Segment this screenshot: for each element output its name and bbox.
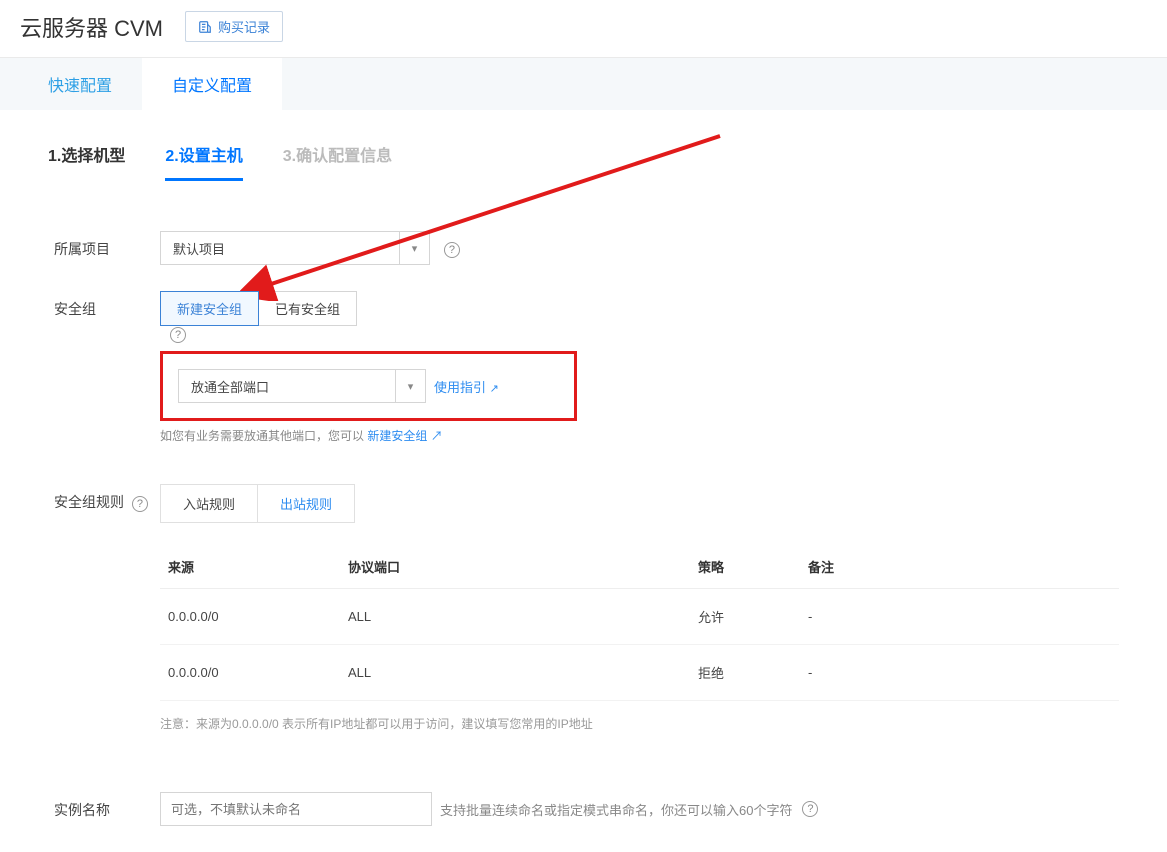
col-protocol: 协议端口 (340, 545, 690, 589)
tab-quick-config[interactable]: 快速配置 (18, 58, 142, 110)
security-group-hint: 如您有业务需要放通其他端口，您可以 新建安全组 ↗ (160, 427, 1119, 444)
label-instance-name: 实例名称 (54, 792, 160, 820)
step-1[interactable]: 1.选择机型 (48, 142, 125, 181)
usage-guide-link-label: 使用指引 (434, 380, 486, 395)
rules-note: 注意：来源为0.0.0.0/0 表示所有IP地址都可以用于访问，建议填写您常用的… (160, 715, 1119, 732)
highlight-box: 放通全部端口 ▾ 使用指引 ↗ (160, 351, 577, 421)
btn-existing-security-group[interactable]: 已有安全组 (258, 291, 357, 326)
help-icon[interactable]: ? (132, 496, 148, 512)
col-remark: 备注 (800, 545, 1119, 589)
tab-outbound-rules[interactable]: 出站规则 (258, 485, 354, 522)
help-icon[interactable]: ? (170, 327, 186, 343)
help-icon[interactable]: ? (444, 242, 460, 258)
create-security-group-link[interactable]: 新建安全组 ↗ (367, 429, 442, 443)
main-tabs: 快速配置 自定义配置 (0, 58, 1167, 110)
step-2[interactable]: 2.设置主机 (165, 142, 242, 181)
port-rule-select[interactable]: 放通全部端口 ▾ (178, 369, 426, 403)
history-icon (198, 20, 212, 34)
step-3: 3.确认配置信息 (283, 142, 392, 181)
help-icon[interactable]: ? (802, 801, 818, 817)
tab-inbound-rules[interactable]: 入站规则 (161, 485, 258, 522)
page-title: 云服务器 CVM (20, 11, 163, 43)
label-security-group: 安全组 (54, 291, 160, 319)
project-select-value: 默认项目 (161, 239, 399, 258)
external-link-icon: ↗ (490, 383, 499, 395)
tab-custom-config[interactable]: 自定义配置 (142, 58, 282, 110)
chevron-down-icon: ▾ (399, 232, 429, 264)
btn-new-security-group[interactable]: 新建安全组 (160, 291, 259, 326)
purchase-history-button[interactable]: 购买记录 (185, 11, 283, 42)
step-tabs: 1.选择机型 2.设置主机 3.确认配置信息 (48, 142, 1119, 181)
table-row: 0.0.0.0/0 ALL 拒绝 - (160, 645, 1119, 701)
col-policy: 策略 (690, 545, 800, 589)
table-row: 0.0.0.0/0 ALL 允许 - (160, 589, 1119, 645)
port-rule-select-value: 放通全部端口 (179, 377, 395, 396)
label-security-rules: 安全组规则 ? (54, 484, 160, 512)
instance-name-input[interactable] (160, 792, 432, 826)
label-project: 所属项目 (54, 231, 160, 259)
rules-table: 来源 协议端口 策略 备注 0.0.0.0/0 ALL 允许 - (160, 545, 1119, 701)
col-source: 来源 (160, 545, 340, 589)
instance-name-hint: 支持批量连续命名或指定模式串命名，你还可以输入60个字符 (440, 800, 792, 819)
project-select[interactable]: 默认项目 ▾ (160, 231, 430, 265)
purchase-history-label: 购买记录 (218, 17, 270, 36)
usage-guide-link[interactable]: 使用指引 ↗ (434, 377, 499, 396)
chevron-down-icon: ▾ (395, 370, 425, 402)
rule-tabs: 入站规则 出站规则 (160, 484, 355, 523)
